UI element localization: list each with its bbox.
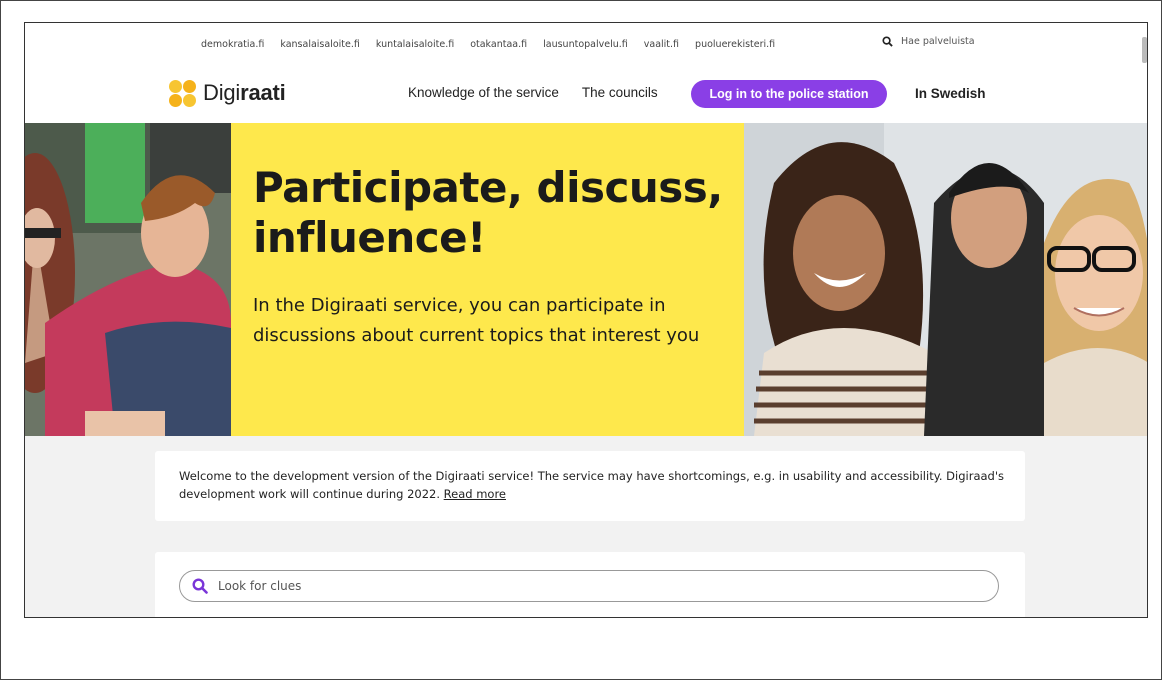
logo-text: Digiraati <box>203 80 286 105</box>
hero-subtitle: In the Digiraati service, you can partic… <box>253 295 700 346</box>
search-input[interactable] <box>216 578 980 594</box>
notice-text: Welcome to the development version of th… <box>179 469 1005 501</box>
link-otakantaa[interactable]: otakantaa.fi <box>470 39 527 50</box>
search-panel <box>155 552 1025 617</box>
link-kuntalaisaloite[interactable]: kuntalaisaloite.fi <box>376 39 454 50</box>
top-search-button[interactable]: Hae palveluista <box>882 36 975 47</box>
link-kansalaisaloite[interactable]: kansalaisaloite.fi <box>280 39 359 50</box>
nav-knowledge[interactable]: Knowledge of the service <box>408 85 559 100</box>
service-links-bar: demokratia.fi kansalaisaloite.fi kuntala… <box>25 23 1147 65</box>
link-demokratia[interactable]: demokratia.fi <box>201 39 264 50</box>
logo-dots-icon <box>167 77 199 109</box>
link-lausuntopalvelu[interactable]: lausuntopalvelu.fi <box>543 39 628 50</box>
link-puoluerekisteri[interactable]: puoluerekisteri.fi <box>695 39 775 50</box>
hero-text-panel: Participate, discuss, influence! In the … <box>231 123 744 436</box>
site-header: Digiraati Knowledge of the service The c… <box>25 65 1147 123</box>
read-more-link[interactable]: Read more <box>444 487 506 501</box>
nav-councils[interactable]: The councils <box>582 85 658 100</box>
scrollbar[interactable] <box>1142 37 1147 63</box>
search-box[interactable] <box>179 570 999 602</box>
browser-viewport: demokratia.fi kansalaisaloite.fi kuntala… <box>24 22 1148 618</box>
digiraati-logo[interactable]: Digiraati <box>167 77 286 109</box>
login-button[interactable]: Log in to the police station <box>691 80 887 108</box>
hero-title: Participate, discuss, influence! <box>253 163 723 262</box>
service-links: demokratia.fi kansalaisaloite.fi kuntala… <box>201 39 775 50</box>
search-icon <box>882 36 893 47</box>
language-swedish[interactable]: In Swedish <box>915 86 986 101</box>
top-search-label: Hae palveluista <box>901 36 975 47</box>
hero-photo-left <box>25 123 231 436</box>
link-vaalit[interactable]: vaalit.fi <box>644 39 679 50</box>
search-icon <box>192 578 208 594</box>
hero-banner: Participate, discuss, influence! In the … <box>25 123 1147 436</box>
hero-photo-right <box>744 123 1147 436</box>
main-nav: Knowledge of the service The councils <box>408 85 658 100</box>
development-notice: Welcome to the development version of th… <box>155 451 1025 521</box>
